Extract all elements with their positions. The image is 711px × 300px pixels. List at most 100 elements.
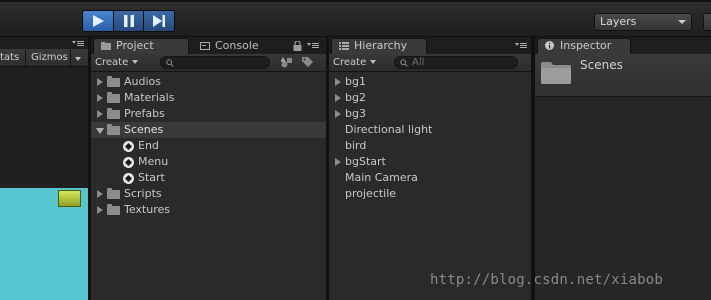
- hierarchy-item-label: projectile: [345, 187, 397, 200]
- scene-view-panel: tats Gizmos: [0, 37, 88, 300]
- chevron-down-icon: [132, 60, 139, 64]
- collapse-arrow-icon[interactable]: [96, 128, 104, 134]
- expand-arrow-icon[interactable]: [97, 78, 103, 86]
- create-dropdown[interactable]: Create: [333, 56, 377, 70]
- unity-scene-icon: [123, 173, 134, 184]
- hierarchy-item[interactable]: projectile: [329, 186, 531, 202]
- hierarchy-item-label: Directional light: [345, 123, 433, 136]
- hierarchy-item[interactable]: bg1: [329, 74, 531, 90]
- scene-file-row[interactable]: Start: [91, 170, 326, 186]
- chevron-down-icon: [370, 60, 377, 64]
- expand-arrow-icon[interactable]: [97, 110, 103, 118]
- folder-icon: [107, 108, 120, 119]
- play-controls: [82, 10, 175, 32]
- hierarchy-item-label: bg1: [345, 75, 366, 88]
- hierarchy-search-input[interactable]: All: [394, 56, 518, 69]
- expand-arrow-icon[interactable]: [335, 78, 341, 86]
- folder-row[interactable]: Scripts: [91, 186, 326, 202]
- panel-menu-icon[interactable]: [72, 41, 84, 47]
- panel-menu-icon[interactable]: [515, 43, 527, 49]
- hierarchy-item[interactable]: bgStart: [329, 154, 531, 170]
- folder-row-selected[interactable]: Scenes: [91, 122, 326, 138]
- folder-row[interactable]: Prefabs: [91, 106, 326, 122]
- pause-button[interactable]: [113, 11, 145, 31]
- expand-arrow-icon[interactable]: [335, 158, 341, 166]
- folder-label: Materials: [124, 91, 175, 104]
- create-label: Create: [333, 57, 367, 68]
- tab-project-label: Project: [116, 39, 154, 52]
- folder-label: Scripts: [124, 187, 162, 200]
- search-placeholder: All: [412, 57, 425, 68]
- hierarchy-item[interactable]: bird: [329, 138, 531, 154]
- scene-file-row[interactable]: End: [91, 138, 326, 154]
- expand-arrow-icon[interactable]: [97, 190, 103, 198]
- expand-arrow-icon[interactable]: [335, 110, 341, 118]
- folder-label: Scenes: [124, 123, 164, 136]
- gizmos-button[interactable]: Gizmos: [31, 52, 68, 63]
- inspector-header: Scenes: [535, 54, 711, 97]
- hierarchy-item[interactable]: bg3: [329, 106, 531, 122]
- inspector-object-name: Scenes: [580, 58, 623, 72]
- unity-scene-icon: [123, 157, 134, 168]
- scene-file-label: Menu: [138, 155, 169, 168]
- folder-row[interactable]: Materials: [91, 90, 326, 106]
- console-icon: [200, 42, 210, 50]
- folder-label: Audios: [124, 75, 161, 88]
- inspector-tab-strip: Inspector: [535, 37, 711, 54]
- tab-console-label: Console: [215, 39, 259, 52]
- layout-dropdown[interactable]: [703, 13, 711, 31]
- scene-file-row[interactable]: Menu: [91, 154, 326, 170]
- pause-icon: [123, 15, 134, 27]
- folder-row[interactable]: Audios: [91, 74, 326, 90]
- folder-icon: [107, 76, 120, 87]
- hierarchy-item[interactable]: bg2: [329, 90, 531, 106]
- tab-hierarchy[interactable]: Hierarchy: [331, 38, 427, 54]
- scene-file-label: End: [138, 139, 159, 152]
- tab-inspector-label: Inspector: [560, 39, 612, 52]
- project-search-input[interactable]: [160, 56, 270, 69]
- hierarchy-item-label: bg3: [345, 107, 366, 120]
- filter-by-type-icon[interactable]: [281, 57, 293, 68]
- hierarchy-panel: Hierarchy Create All bg1 bg2 bg3 Directi: [329, 37, 531, 300]
- hierarchy-tree: bg1 bg2 bg3 Directional light bird bgSta…: [329, 74, 531, 202]
- folder-row[interactable]: Textures: [91, 202, 326, 218]
- layers-dropdown[interactable]: Layers: [594, 13, 692, 31]
- step-button[interactable]: [144, 11, 174, 31]
- folder-icon: [541, 62, 571, 84]
- main-toolbar: Layers: [0, 0, 711, 37]
- hierarchy-item-label: bird: [345, 139, 367, 152]
- scene-subtoolbar: tats Gizmos: [0, 49, 88, 67]
- divider: [70, 50, 71, 66]
- panel-menu-icon[interactable]: [307, 43, 319, 49]
- hierarchy-item[interactable]: Directional light: [329, 122, 531, 138]
- tab-console[interactable]: Console: [192, 38, 284, 54]
- expand-arrow-icon[interactable]: [97, 206, 103, 214]
- create-dropdown[interactable]: Create: [95, 56, 139, 70]
- project-tab-strip: Project Console: [91, 37, 326, 54]
- project-subtoolbar: Create: [91, 54, 326, 72]
- step-icon: [153, 15, 166, 27]
- hierarchy-item-label: Main Camera: [345, 171, 418, 184]
- play-button[interactable]: [83, 11, 114, 31]
- scene-tab-strip: [0, 37, 88, 49]
- folder-icon: [101, 42, 111, 50]
- hierarchy-list-icon: [339, 42, 349, 50]
- chevron-down-icon[interactable]: [75, 57, 81, 61]
- tab-inspector[interactable]: Inspector: [537, 38, 631, 54]
- lock-icon[interactable]: [293, 41, 302, 51]
- filter-by-label-icon[interactable]: [302, 57, 314, 68]
- hierarchy-item[interactable]: Main Camera: [329, 170, 531, 186]
- play-icon: [92, 15, 104, 27]
- hierarchy-item-label: bg2: [345, 91, 366, 104]
- stats-button[interactable]: tats: [0, 52, 19, 63]
- folder-icon: [107, 204, 120, 215]
- unity-scene-icon: [123, 141, 134, 152]
- sprite-object[interactable]: [58, 190, 81, 207]
- info-icon: [545, 41, 554, 50]
- hierarchy-item-label: bgStart: [345, 155, 386, 168]
- hierarchy-subtoolbar: Create All: [329, 54, 531, 72]
- search-icon: [166, 59, 174, 67]
- tab-project[interactable]: Project: [93, 38, 189, 54]
- expand-arrow-icon[interactable]: [335, 94, 341, 102]
- expand-arrow-icon[interactable]: [97, 94, 103, 102]
